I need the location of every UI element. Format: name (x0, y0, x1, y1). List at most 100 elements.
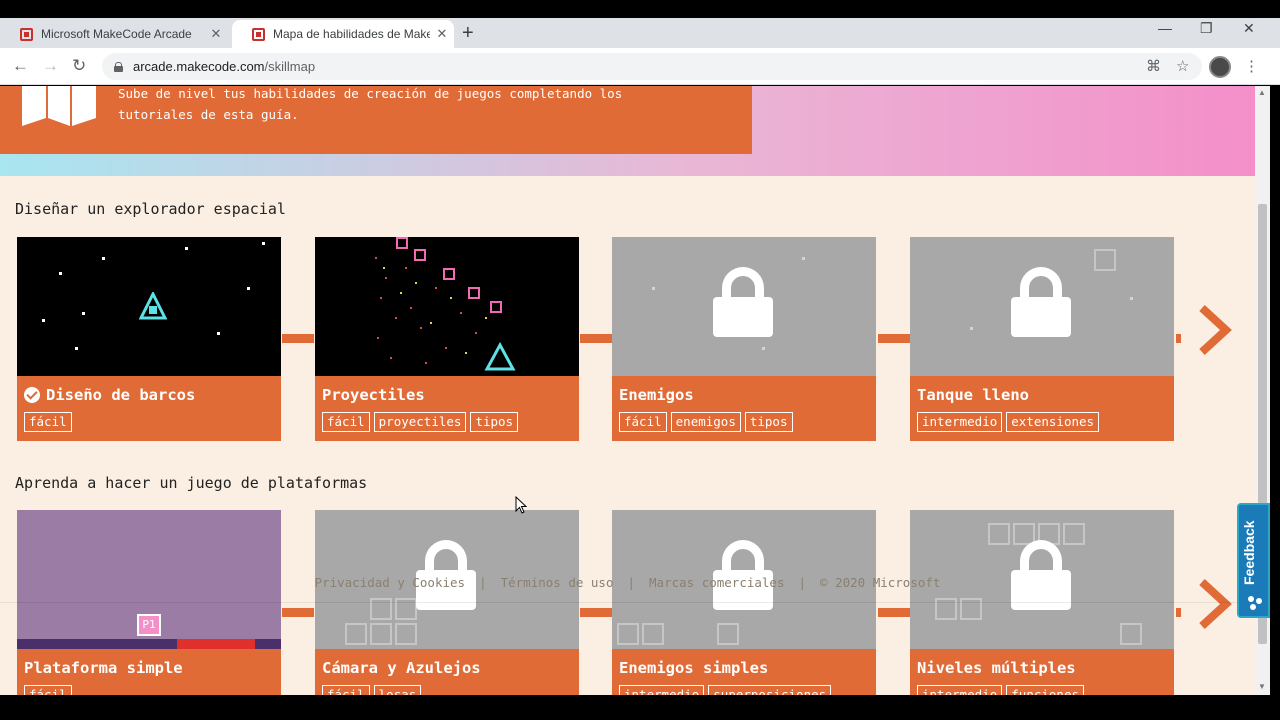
forward-arrow-icon[interactable]: → (42, 56, 59, 76)
tag: proyectiles (373, 412, 467, 432)
bottom-bar (0, 695, 1280, 720)
tag: fácil (24, 412, 72, 432)
banner-description: Sube de nivel tus habilidades de creació… (118, 86, 623, 122)
bookmark-star-icon[interactable]: ☆ (1176, 57, 1189, 75)
feedback-label: Feedback (1241, 520, 1257, 585)
tag-list: intermedio funciones (917, 685, 1167, 695)
tag: fácil (24, 685, 72, 695)
tab-title: Microsoft MakeCode Arcade (41, 27, 192, 41)
address-bar[interactable]: arcade.makecode.com/skillmap (102, 53, 1202, 80)
terms-link[interactable]: Términos de uso (501, 575, 614, 605)
new-tab-button[interactable]: + (462, 22, 474, 45)
card-tanque-lleno[interactable]: Tanque lleno intermedio extensiones (910, 237, 1174, 441)
tag-list: fácil enemigos tipos (619, 412, 869, 432)
tag: losas (373, 685, 422, 695)
privacy-link[interactable]: Privacidad y Cookies (315, 575, 466, 605)
card-footer: Cámara y Azulejos fácil losas (315, 649, 579, 695)
footer: Privacidad y Cookies | Términos de uso |… (0, 575, 1255, 605)
translate-icon[interactable]: ⌘ (1146, 57, 1161, 75)
card-thumbnail (315, 237, 579, 376)
path-connector (282, 334, 314, 343)
card-footer: Proyectiles fácil proyectiles tipos (315, 376, 579, 441)
card-thumbnail (612, 237, 876, 376)
url-path: /skillmap (264, 59, 316, 74)
card-title: Enemigos simples (619, 659, 769, 677)
tag-list: intermedio superposiciones (619, 685, 869, 695)
projectiles-scene-icon (375, 237, 516, 371)
tag: intermedio (917, 412, 1003, 432)
card-title: Tanque lleno (917, 386, 1029, 404)
card-footer: Enemigos simples intermedio superposicio… (612, 649, 876, 695)
lock-icon (114, 61, 123, 72)
menu-dots-icon[interactable]: ⋮ (1244, 57, 1259, 75)
feedback-button[interactable]: Feedback (1237, 503, 1270, 618)
close-tab-icon[interactable]: ✕ (430, 26, 454, 42)
path-connector (1176, 334, 1181, 343)
tag-list: fácil proyectiles tipos (322, 412, 572, 432)
tag: tipos (470, 412, 519, 432)
lock-icon (1011, 267, 1071, 339)
card-title: Enemigos (619, 386, 694, 404)
tag: extensiones (1006, 412, 1100, 432)
card-enemigos[interactable]: Enemigos fácil enemigos tipos (612, 237, 876, 441)
makecode-favicon-icon (252, 27, 265, 41)
tab-skillmap[interactable]: Mapa de habilidades de MakeCo ✕ (232, 20, 454, 48)
section-title: Aprenda a hacer un juego de plataformas (15, 474, 368, 492)
tag: tipos (744, 412, 793, 432)
card-thumbnail (910, 237, 1174, 376)
player-ship-icon (139, 292, 167, 320)
card-footer: Diseño de barcos fácil (17, 376, 281, 441)
card-title: Niveles múltiples (917, 659, 1076, 677)
card-footer: Plataforma simple fácil (17, 649, 281, 695)
tag-list: intermedio extensiones (917, 412, 1167, 432)
page-content: Sube de nivel tus habilidades de creació… (0, 86, 1255, 695)
browser-window: Microsoft MakeCode Arcade ✕ Mapa de habi… (0, 0, 1280, 720)
tab-strip: Microsoft MakeCode Arcade ✕ Mapa de habi… (0, 18, 1280, 48)
tag-list: fácil (24, 412, 274, 432)
card-title: Cámara y Azulejos (322, 659, 481, 677)
tag: funciones (1006, 685, 1084, 695)
close-tab-icon[interactable]: ✕ (204, 26, 228, 42)
path-connector (282, 608, 314, 617)
makecode-favicon-icon (20, 27, 33, 41)
path-connector (878, 334, 910, 343)
card-title: Plataforma simple (24, 659, 183, 677)
profile-avatar[interactable] (1209, 56, 1231, 78)
copyright-text: © 2020 Microsoft (820, 575, 941, 590)
tag: fácil (619, 412, 667, 432)
card-proyectiles[interactable]: Proyectiles fácil proyectiles tipos (315, 237, 579, 441)
lock-icon (713, 267, 773, 339)
tab-makecode-arcade[interactable]: Microsoft MakeCode Arcade ✕ (0, 20, 228, 48)
completed-check-icon (24, 387, 40, 403)
tag: intermedio (917, 685, 1003, 695)
tag: fácil (322, 412, 370, 432)
scroll-up-icon[interactable]: ▲ (1258, 88, 1266, 97)
trademarks-link[interactable]: Marcas comerciales (649, 575, 784, 605)
close-window-icon[interactable]: ✕ (1243, 20, 1255, 37)
reload-icon[interactable]: ↻ (72, 56, 86, 76)
header-banner: Sube de nivel tus habilidades de creació… (0, 86, 1255, 176)
tag: fácil (322, 685, 370, 695)
tag-list: fácil losas (322, 685, 572, 695)
restore-icon[interactable]: ❐ (1200, 20, 1213, 37)
path-connector (1176, 608, 1181, 617)
card-diseno-de-barcos[interactable]: Diseño de barcos fácil (17, 237, 281, 441)
browser-toolbar: ← → ↻ arcade.makecode.com/skillmap ⌘ ☆ ⋮ (0, 48, 1280, 85)
footer-divider (0, 602, 1255, 603)
mouse-cursor-icon (515, 496, 527, 514)
tag: enemigos (670, 412, 741, 432)
lava-tiles (177, 639, 255, 649)
path-connector (878, 608, 910, 617)
tag: superposiciones (708, 685, 832, 695)
map-icon (22, 86, 96, 126)
tag-list: fácil (24, 685, 274, 695)
tag: intermedio (619, 685, 705, 695)
section-title: Diseñar un explorador espacial (15, 200, 286, 218)
scroll-down-icon[interactable]: ▼ (1258, 682, 1266, 691)
chevron-right-icon[interactable] (1198, 304, 1232, 356)
banner-box: Sube de nivel tus habilidades de creació… (0, 86, 752, 154)
minimize-icon[interactable]: — (1158, 20, 1172, 36)
card-footer: Tanque lleno intermedio extensiones (910, 376, 1174, 441)
card-footer: Niveles múltiples intermedio funciones (910, 649, 1174, 695)
back-arrow-icon[interactable]: ← (12, 56, 29, 76)
